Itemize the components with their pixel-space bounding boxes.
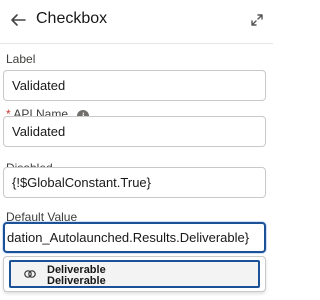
- label-input[interactable]: Validated: [3, 70, 266, 101]
- default-value-input[interactable]: dation_Autolaunched.Results.Deliverable}: [3, 222, 266, 253]
- api-name-input[interactable]: Validated: [3, 116, 266, 147]
- label-field-label: Label: [6, 52, 36, 66]
- autocomplete-dropdown: Deliverable Deliverable: [3, 256, 266, 292]
- expand-icon[interactable]: [250, 13, 264, 27]
- page-title: Checkbox: [36, 10, 108, 27]
- panel-header: Checkbox: [0, 0, 273, 44]
- disabled-input[interactable]: {!$GlobalConstant.True}: [3, 167, 266, 198]
- merge-circles-icon: [24, 270, 36, 278]
- dropdown-option-deliverable[interactable]: Deliverable Deliverable: [9, 260, 260, 288]
- option-subtitle: Deliverable: [47, 275, 106, 287]
- back-arrow-icon[interactable]: [9, 11, 27, 29]
